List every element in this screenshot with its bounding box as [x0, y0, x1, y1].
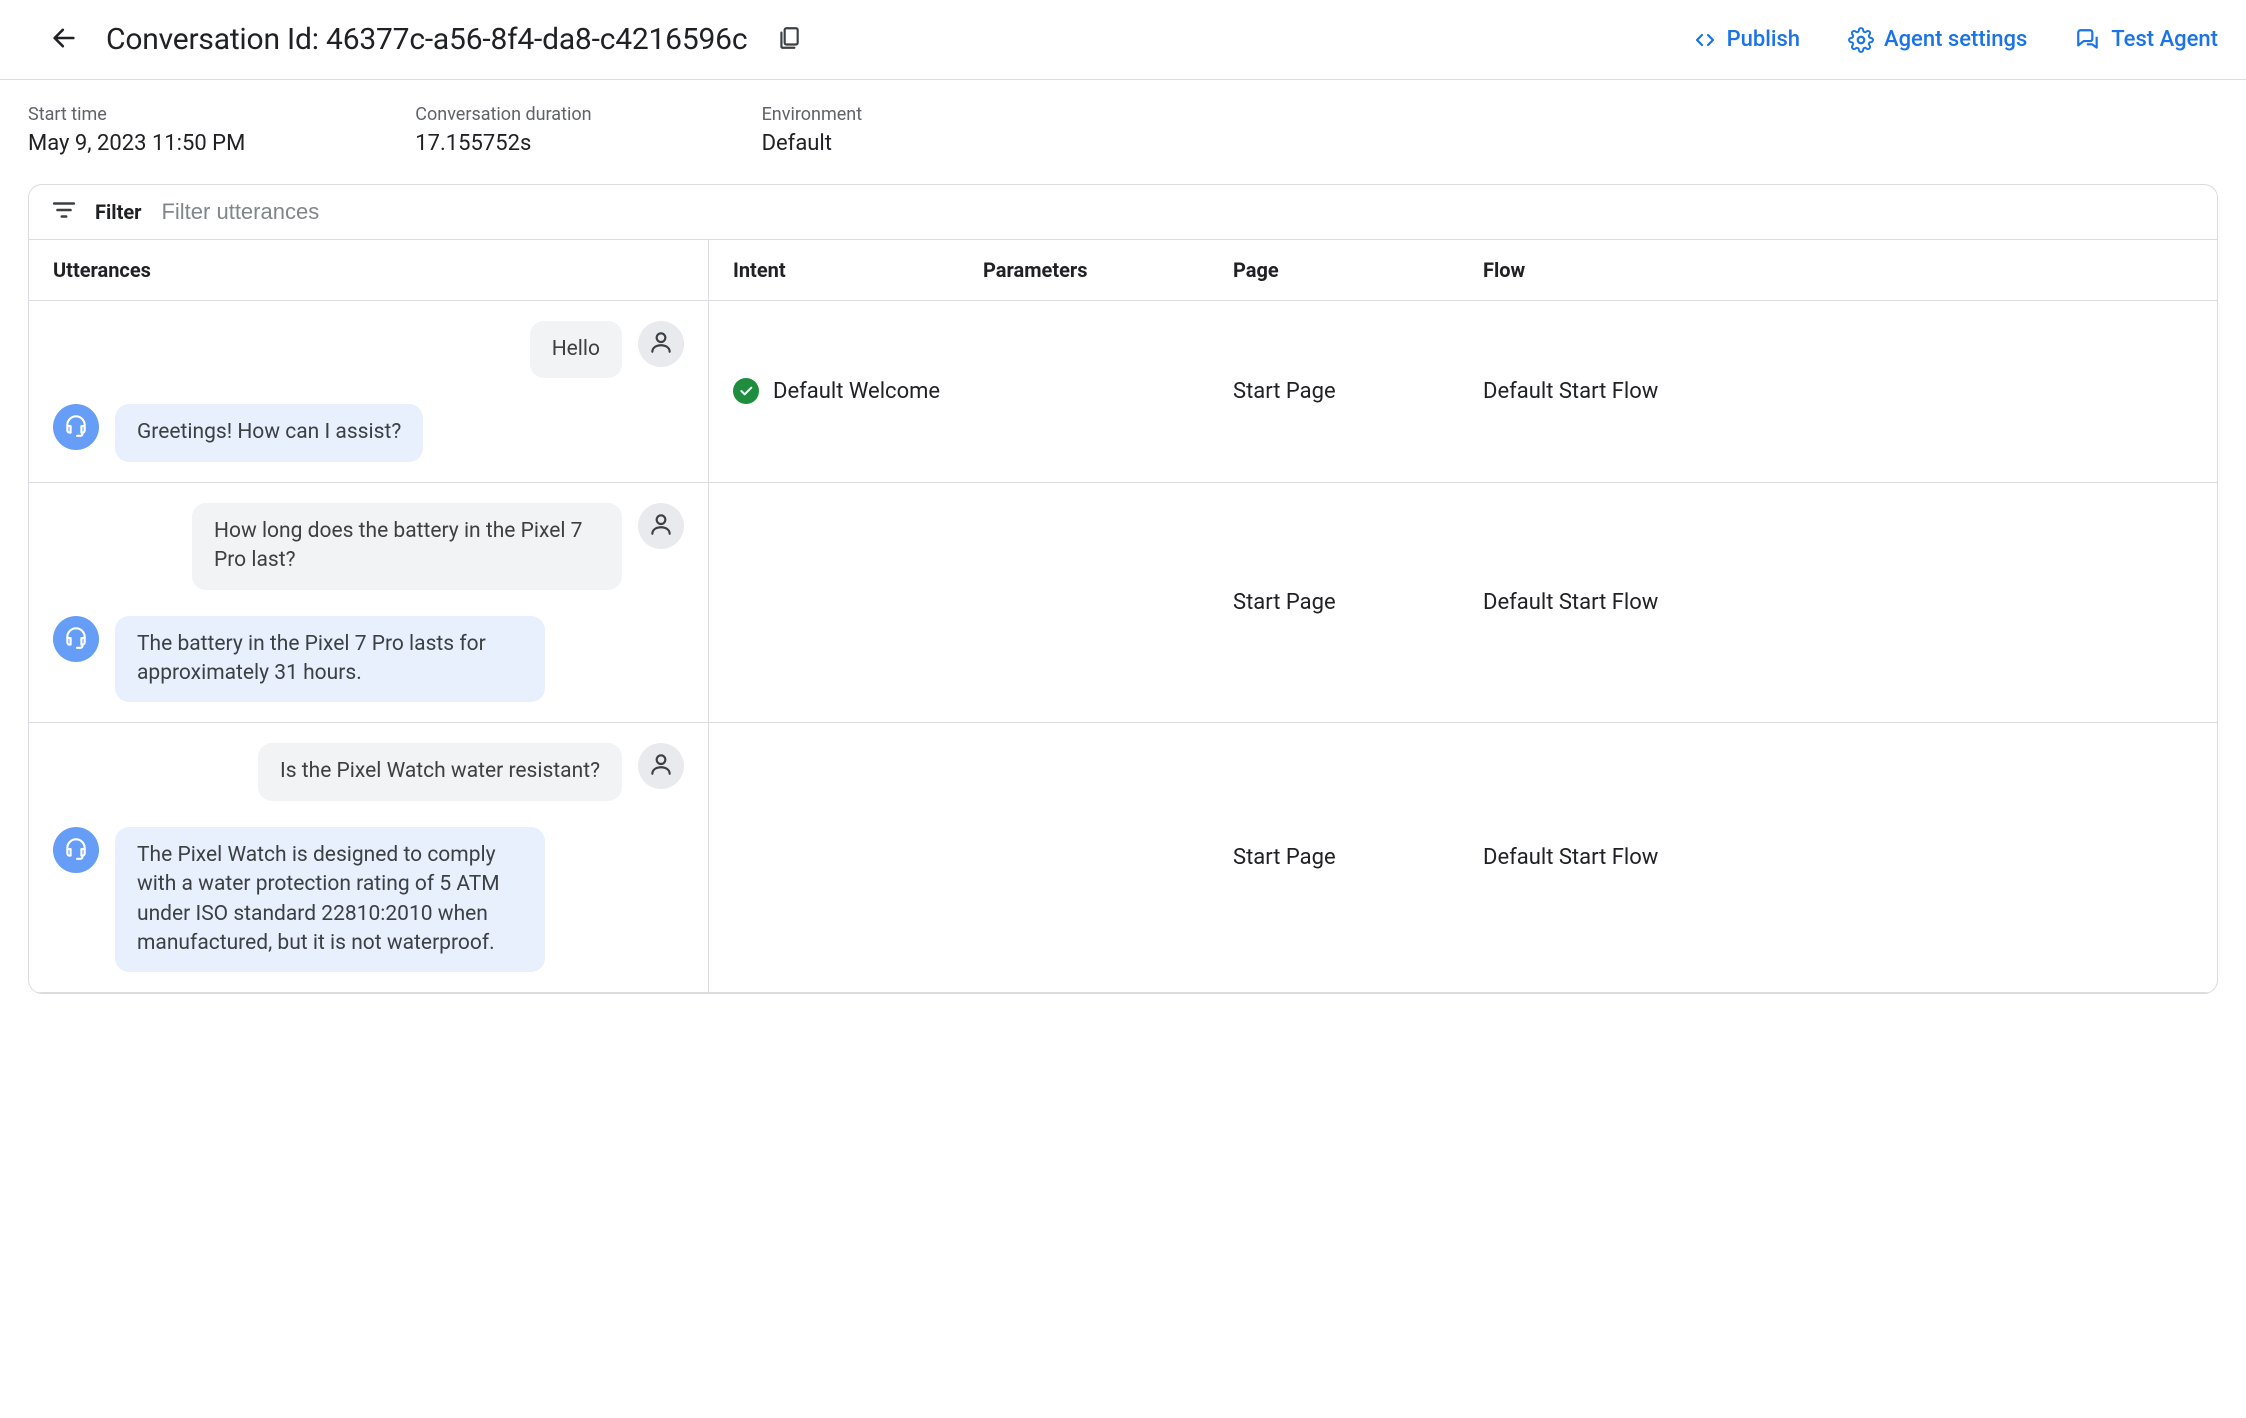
meta-start-time: Start time May 9, 2023 11:50 PM	[28, 104, 245, 156]
check-circle-icon	[733, 378, 759, 404]
back-button[interactable]	[40, 16, 88, 64]
filter-icon	[51, 197, 77, 227]
parameters-value	[959, 585, 1209, 621]
filter-input[interactable]	[159, 198, 2195, 226]
page-value: Start Page	[1209, 827, 1459, 888]
col-intent: Intent	[709, 240, 959, 300]
headset-icon	[63, 835, 89, 865]
table-row[interactable]: How long does the battery in the Pixel 7…	[29, 483, 2217, 724]
intent-cell	[709, 840, 959, 876]
meta-duration-value: 17.155752s	[415, 131, 591, 156]
meta-duration-label: Conversation duration	[415, 104, 591, 125]
agent-message: Greetings! How can I assist?	[53, 404, 684, 461]
agent-bubble: The battery in the Pixel 7 Pro lasts for…	[115, 616, 545, 703]
agent-message: The Pixel Watch is designed to comply wi…	[53, 827, 684, 973]
agent-bubble: The Pixel Watch is designed to comply wi…	[115, 827, 545, 973]
utterance-cell: Hello Greetings! How can I assist?	[29, 301, 709, 482]
publish-label: Publish	[1727, 27, 1800, 52]
gear-icon	[1848, 27, 1874, 53]
flow-value: Default Start Flow	[1459, 572, 2217, 633]
meta-start-time-value: May 9, 2023 11:50 PM	[28, 131, 245, 156]
person-icon	[648, 751, 674, 781]
user-bubble: Hello	[530, 321, 622, 378]
utterance-cell: How long does the battery in the Pixel 7…	[29, 483, 709, 723]
page-title: Conversation Id: 46377c-a56-8f4-da8-c421…	[106, 22, 747, 57]
user-message: Is the Pixel Watch water resistant?	[53, 743, 684, 800]
utterance-cell: Is the Pixel Watch water resistant? The …	[29, 723, 709, 992]
col-page: Page	[1209, 240, 1459, 300]
flow-value: Default Start Flow	[1459, 361, 2217, 422]
user-bubble: Is the Pixel Watch water resistant?	[258, 743, 622, 800]
arrow-left-icon	[50, 24, 78, 56]
agent-avatar	[53, 404, 99, 450]
meta-environment-value: Default	[762, 131, 863, 156]
agent-settings-button[interactable]: Agent settings	[1848, 27, 2027, 53]
meta-duration: Conversation duration 17.155752s	[415, 104, 591, 156]
topbar: Conversation Id: 46377c-a56-8f4-da8-c421…	[0, 0, 2246, 80]
headset-icon	[63, 624, 89, 654]
row-details: Start Page Default Start Flow	[709, 723, 2217, 992]
agent-avatar	[53, 827, 99, 873]
flow-value: Default Start Flow	[1459, 827, 2217, 888]
row-details: Default Welcome Start Page Default Start…	[709, 301, 2217, 482]
person-icon	[648, 329, 674, 359]
copy-id-button[interactable]	[765, 16, 813, 64]
parameters-value	[959, 373, 1209, 409]
person-icon	[648, 511, 674, 541]
conversation-meta: Start time May 9, 2023 11:50 PM Conversa…	[0, 80, 2246, 184]
user-message: Hello	[53, 321, 684, 378]
meta-environment: Environment Default	[762, 104, 863, 156]
conversation-table-card: Filter Utterances Intent Parameters Page…	[28, 184, 2218, 994]
page-value: Start Page	[1209, 361, 1459, 422]
row-details: Start Page Default Start Flow	[709, 483, 2217, 723]
col-flow: Flow	[1459, 240, 2217, 300]
agent-avatar	[53, 616, 99, 662]
headset-icon	[63, 412, 89, 442]
user-avatar	[638, 743, 684, 789]
page-value: Start Page	[1209, 572, 1459, 633]
user-bubble: How long does the battery in the Pixel 7…	[192, 503, 622, 590]
table-row[interactable]: Is the Pixel Watch water resistant? The …	[29, 723, 2217, 993]
parameters-value	[959, 840, 1209, 876]
copy-icon	[776, 25, 802, 55]
publish-button[interactable]: Publish	[1693, 27, 1800, 52]
intent-value: Default Welcome	[773, 379, 940, 404]
chat-icon	[2075, 27, 2101, 53]
table-header: Utterances Intent Parameters Page Flow	[29, 240, 2217, 301]
agent-settings-label: Agent settings	[1884, 27, 2027, 52]
intent-cell	[709, 585, 959, 621]
table-row[interactable]: Hello Greetings! How can I assist?	[29, 301, 2217, 483]
meta-start-time-label: Start time	[28, 104, 245, 125]
agent-message: The battery in the Pixel 7 Pro lasts for…	[53, 616, 684, 703]
intent-cell: Default Welcome	[709, 360, 959, 422]
col-utterances: Utterances	[29, 240, 709, 300]
col-parameters: Parameters	[959, 240, 1209, 300]
agent-bubble: Greetings! How can I assist?	[115, 404, 423, 461]
test-agent-button[interactable]: Test Agent	[2075, 27, 2218, 53]
code-icon	[1693, 28, 1717, 52]
user-avatar	[638, 321, 684, 367]
user-avatar	[638, 503, 684, 549]
filter-label: Filter	[95, 200, 141, 224]
test-agent-label: Test Agent	[2111, 27, 2218, 52]
meta-environment-label: Environment	[762, 104, 863, 125]
user-message: How long does the battery in the Pixel 7…	[53, 503, 684, 590]
filter-bar: Filter	[29, 185, 2217, 240]
